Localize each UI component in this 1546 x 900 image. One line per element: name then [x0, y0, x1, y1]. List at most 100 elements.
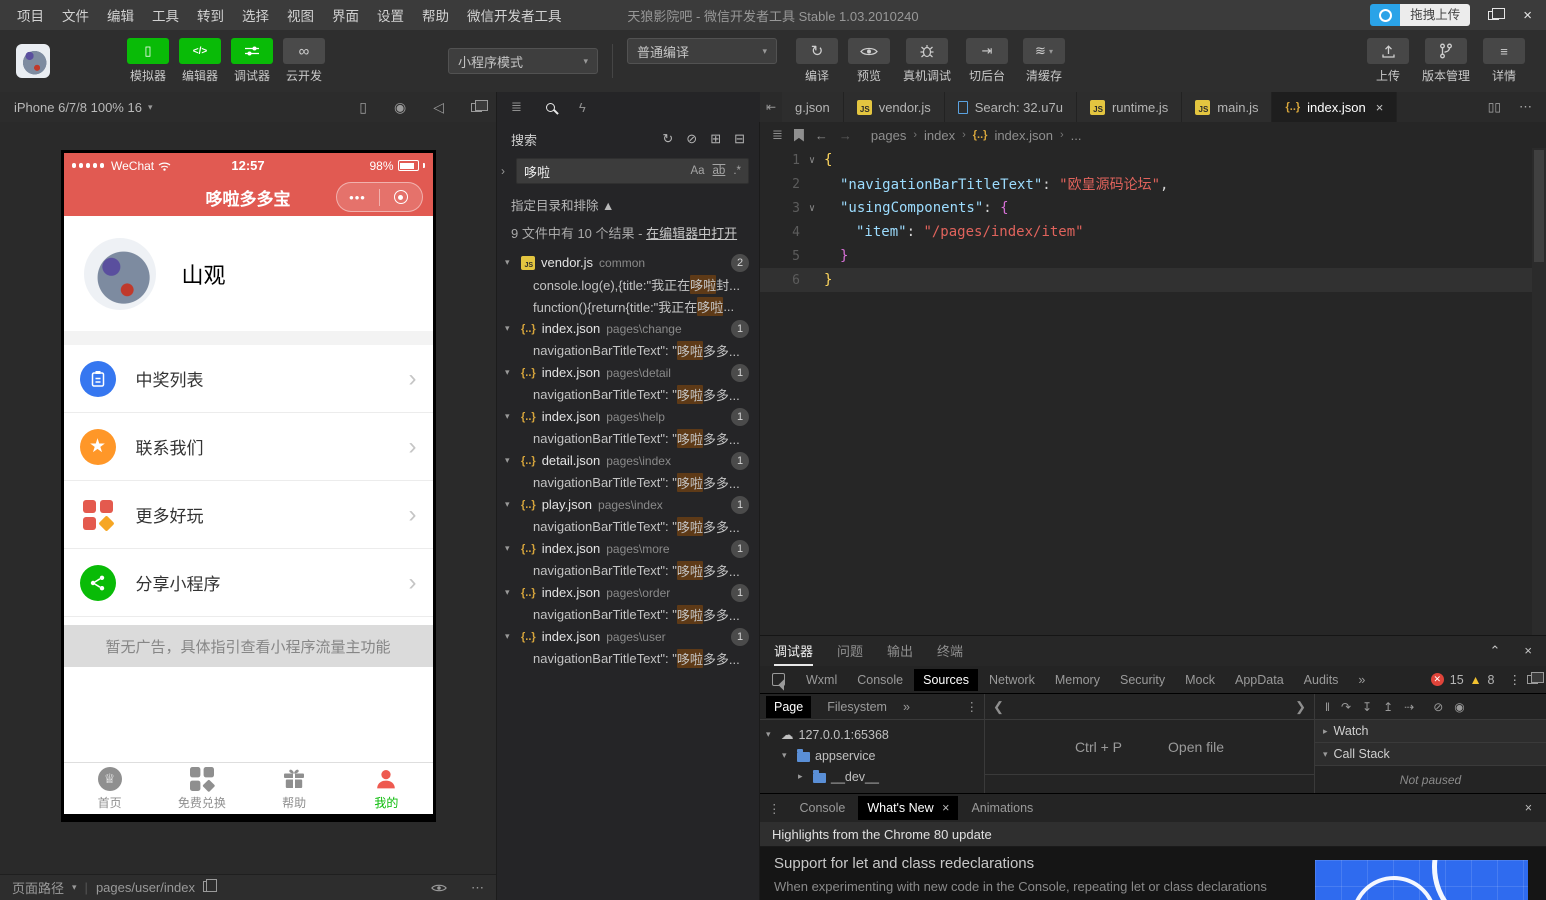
search-match-row[interactable]: navigationBarTitleText": "哆啦多多... [497, 340, 759, 362]
tab-help[interactable]: 帮助 [248, 763, 340, 814]
collapse-results-icon[interactable]: ⊟ [734, 131, 745, 147]
watch-section[interactable]: ▸Watch [1315, 720, 1546, 743]
devtools-tab[interactable]: Console [848, 669, 912, 691]
search-file-row[interactable]: ▾ {..} play.json pages\index 1 [497, 494, 759, 516]
search-dir-toggle[interactable]: 指定目录和排除 ▲ [511, 195, 745, 214]
search-file-row[interactable]: ▾ {..} index.json pages\more 1 [497, 538, 759, 560]
split-editor-icon[interactable]: ▯▯ [1488, 100, 1501, 114]
open-in-editor-link[interactable]: 在编辑器中打开 [646, 226, 737, 241]
devtools-tab[interactable]: AppData [1226, 669, 1293, 691]
more-actions-icon[interactable]: ⋯ [1519, 99, 1532, 115]
tree-item-dev[interactable]: ▸ __dev__ [760, 766, 984, 787]
close-drawer-icon[interactable]: × [1525, 801, 1538, 815]
debugger-toggle[interactable]: 调试器 [226, 38, 278, 84]
search-match-row[interactable]: console.log(e),{title:"我正在哆啦封... [497, 274, 759, 296]
search-match-row[interactable]: navigationBarTitleText": "哆啦多多... [497, 604, 759, 626]
search-file-row[interactable]: ▾ JS vendor.js common 2 [497, 252, 759, 274]
editor-tab[interactable]: Search: 32.u7u [945, 92, 1077, 122]
devtools-tab[interactable]: Sources [914, 669, 978, 691]
search-file-row[interactable]: ▾ {..} index.json pages\help 1 [497, 406, 759, 428]
menu-item[interactable]: 编辑 [98, 3, 143, 27]
tab-mine[interactable]: 我的 [340, 763, 432, 814]
debugger-tab[interactable]: 输出 [887, 636, 913, 666]
outline-list-icon[interactable]: ≣ [772, 127, 783, 143]
breadcrumb[interactable]: pages› index› {..} index.json› ... [871, 128, 1082, 143]
navigator-menu-icon[interactable]: ⋮ [966, 699, 979, 714]
drawer-menu-icon[interactable]: ⋮ [768, 801, 781, 816]
menu-item[interactable]: 项目 [8, 3, 53, 27]
user-card[interactable]: 山观 [64, 216, 433, 331]
devtools-tab[interactable]: Memory [1046, 669, 1109, 691]
editor-tab[interactable]: g.json [782, 92, 844, 122]
preview-button[interactable]: 预览 [843, 38, 895, 84]
eye-icon[interactable] [431, 883, 447, 893]
search-match-row[interactable]: navigationBarTitleText": "哆啦多多... [497, 560, 759, 582]
record-icon[interactable]: ◉ [394, 99, 406, 116]
search-file-row[interactable]: ▾ {..} index.json pages\user 1 [497, 626, 759, 648]
search-match-row[interactable]: navigationBarTitleText": "哆啦多多... [497, 428, 759, 450]
remote-debug-button[interactable]: 真机调试 [895, 38, 959, 84]
step-into-icon[interactable]: ↧ [1362, 700, 1372, 714]
menu-item[interactable]: 转到 [188, 3, 233, 27]
code-editor[interactable]: 1∨{ 2"navigationBarTitleText": "欧皇源码论坛",… [760, 148, 1546, 635]
clear-cache-button[interactable]: ≋▾ 清缓存 [1015, 38, 1073, 84]
tab-page[interactable]: Page [766, 696, 811, 718]
pip-icon[interactable] [471, 99, 482, 115]
open-new-search-editor-icon[interactable]: ⊞ [710, 131, 721, 147]
menu-item[interactable]: 帮助 [413, 3, 458, 27]
more-dots-icon[interactable]: ••• [337, 191, 379, 204]
collapse-panel-icon[interactable]: ⌃ [1490, 643, 1501, 659]
fold-icon[interactable]: ∨ [800, 155, 824, 166]
search-file-row[interactable]: ▾ {..} index.json pages\order 1 [497, 582, 759, 604]
close-tab-icon[interactable]: × [942, 801, 949, 815]
pause-icon[interactable]: ‖ [1325, 700, 1330, 714]
tree-item-origin[interactable]: ▾☁ 127.0.0.1:65368 [760, 724, 984, 745]
close-tab-icon[interactable]: × [1376, 100, 1384, 115]
show-debugger-icon[interactable]: ❯ [1295, 699, 1306, 715]
capsule-menu[interactable]: ••• [336, 182, 423, 212]
search-file-row[interactable]: ▾ {..} index.json pages\change 1 [497, 318, 759, 340]
editor-toggle[interactable]: </> 编辑器 [174, 38, 226, 84]
fold-icon[interactable]: ∨ [800, 203, 824, 214]
call-stack-section[interactable]: ▾Call Stack [1315, 743, 1546, 766]
devtools-tab[interactable]: Wxml [797, 669, 846, 691]
upload-button[interactable]: 上传 [1362, 38, 1414, 84]
undock-icon[interactable] [1527, 673, 1538, 687]
devtools-tab[interactable]: Audits [1295, 669, 1348, 691]
menu-item[interactable]: 选择 [233, 3, 278, 27]
debugger-tab[interactable]: 问题 [837, 636, 863, 666]
tab-filesystem[interactable]: Filesystem [819, 696, 895, 718]
debugger-tab[interactable]: 终端 [937, 636, 963, 666]
editor-scrollbar[interactable] [1532, 148, 1546, 635]
simulator-toggle[interactable]: ▯ 模拟器 [122, 38, 174, 84]
switch-background-button[interactable]: ⇥ 切后台 [959, 38, 1015, 84]
compile-button[interactable]: ↻ 编译 [791, 38, 843, 84]
search-match-row[interactable]: navigationBarTitleText": "哆啦多多... [497, 472, 759, 494]
restore-window-icon[interactable] [1482, 7, 1505, 24]
mode-dropdown[interactable]: 小程序模式 ▾ [448, 48, 598, 74]
search-input[interactable] [524, 164, 614, 179]
drawer-tab[interactable]: Animations [962, 796, 1042, 820]
pause-on-exceptions-icon[interactable]: ◉ [1454, 700, 1464, 714]
exit-target-icon[interactable] [380, 190, 422, 204]
page-path-label[interactable]: 页面路径 [12, 878, 64, 897]
editor-tab[interactable]: JS runtime.js [1077, 92, 1182, 122]
devtools-tab[interactable]: Network [980, 669, 1044, 691]
close-window-icon[interactable]: × [1517, 7, 1538, 24]
regex-icon[interactable]: .* [733, 165, 741, 177]
open-file-label[interactable]: Open file [1168, 739, 1224, 755]
menu-item-prize-list[interactable]: 中奖列表 › [64, 345, 433, 413]
file-list-icon[interactable]: ≣ [511, 99, 522, 115]
hide-navigator-icon[interactable]: ❮ [993, 699, 1004, 715]
search-file-row[interactable]: ▾ {..} index.json pages\detail 1 [497, 362, 759, 384]
mute-icon[interactable]: ◁ [433, 99, 444, 116]
cloudbase-toggle[interactable]: ∞ 云开发 [278, 38, 330, 84]
expand-replace-icon[interactable]: › [501, 164, 514, 178]
debugger-tab[interactable]: 调试器 [774, 636, 813, 666]
menu-item[interactable]: 界面 [323, 3, 368, 27]
match-case-icon[interactable]: Aa [690, 165, 704, 177]
editor-tab[interactable]: {..} index.json × [1272, 92, 1397, 122]
lightning-icon[interactable]: ϟ [579, 100, 586, 115]
more-tabs-icon[interactable]: » [903, 700, 910, 714]
step-over-icon[interactable]: ↷ [1341, 700, 1351, 714]
